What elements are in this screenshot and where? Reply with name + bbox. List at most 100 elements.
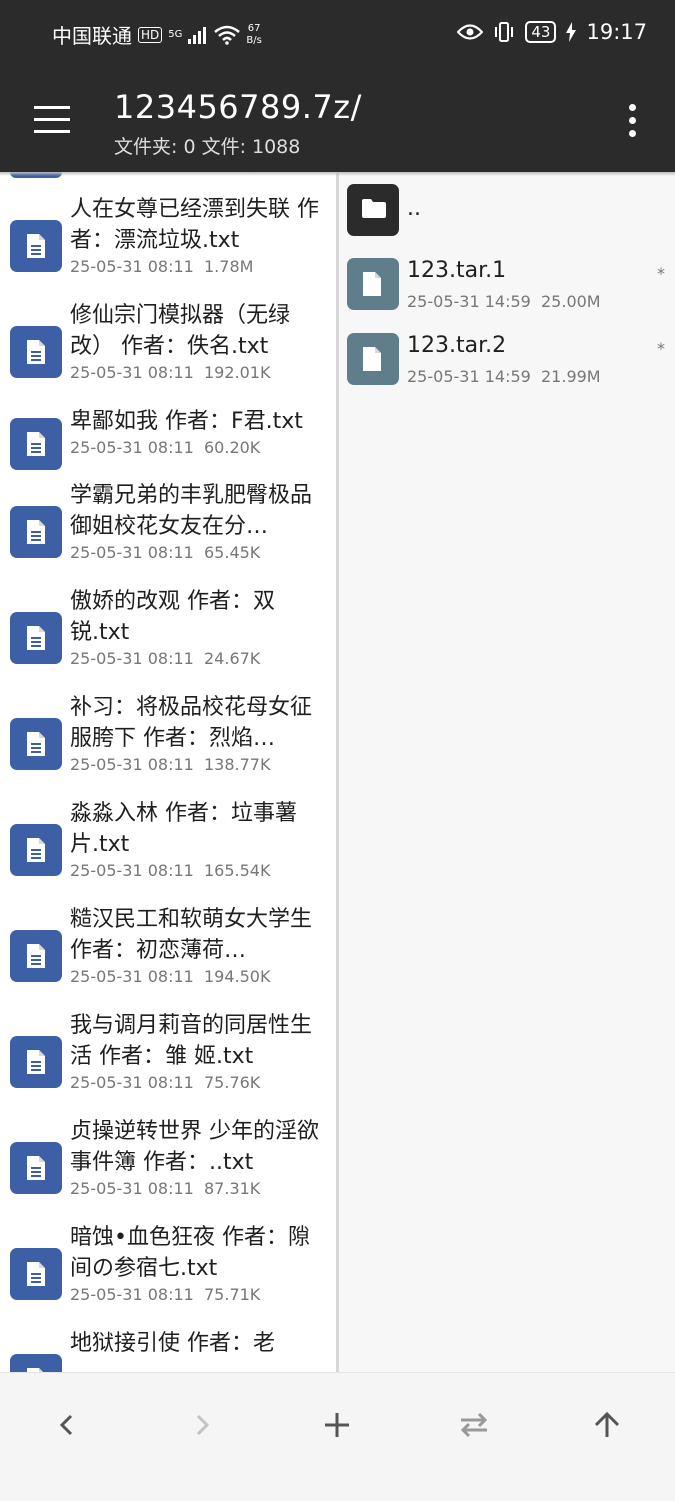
chevron-right-icon[interactable] xyxy=(172,1403,232,1447)
file-name: 贞操逆转世界 少年的淫欲事件簿 作者：..txt xyxy=(70,1119,319,1175)
file-date: 25-05-31 08:11 xyxy=(70,1285,194,1304)
file-date: 25-05-31 08:11 xyxy=(70,363,194,382)
file-date: 25-05-31 08:11 xyxy=(70,257,194,276)
folder-icon xyxy=(347,184,399,236)
file-date: 25-05-31 14:59 xyxy=(407,292,531,311)
file-size: 75.71K xyxy=(204,1285,261,1304)
arrow-up-icon[interactable] xyxy=(577,1403,637,1447)
battery-indicator: 43 xyxy=(525,21,557,43)
net-speed-unit: B/s xyxy=(246,34,262,46)
chevron-left-icon[interactable] xyxy=(37,1403,97,1447)
file-size: 165.54K xyxy=(204,861,271,880)
file-date: 25-05-31 08:11 xyxy=(70,1073,194,1092)
left-file-pane[interactable]: 人在女尊已经漂到失联 作者：漂流垃圾.txt 25-05-31 08:11 1.7… xyxy=(0,172,337,1372)
text-file-icon xyxy=(10,418,62,470)
file-list-item[interactable]: 淼淼入林 作者：垃事薯片.txt 25-05-31 08:11 165.54K xyxy=(0,798,337,904)
file-list-item[interactable]: 卑鄙如我 作者：F君.txt 25-05-31 08:11 60.20K xyxy=(0,406,337,480)
wifi-icon xyxy=(214,25,241,45)
file-size: 25.00M xyxy=(541,292,601,311)
file-name: 我与调月莉音的同居性生活 作者：雏 姬.txt xyxy=(70,1013,313,1069)
text-file-icon xyxy=(10,220,62,272)
file-meta: 25-05-31 08:11 60.20K xyxy=(70,438,260,457)
file-name: 123.tar.1 xyxy=(407,258,507,283)
file-list-item[interactable]: 贞操逆转世界 少年的淫欲事件簿 作者：..txt 25-05-31 08:11 8… xyxy=(0,1116,337,1222)
file-size: 138.77K xyxy=(204,755,271,774)
file-meta: 25-05-31 08:11 87.31K xyxy=(70,1179,260,1198)
file-name: 卑鄙如我 作者：F君.txt xyxy=(70,409,303,434)
file-name: 地狱接引使 作者：老 xyxy=(70,1331,275,1356)
file-name: 糙汉民工和软萌女大学生 作者：初恋薄荷… xyxy=(70,907,313,963)
plus-icon[interactable] xyxy=(307,1403,367,1447)
file-list-item[interactable]: 补习：将极品校花母女征服胯下 作者：烈焰… 25-05-31 08:11 138.… xyxy=(0,692,337,798)
file-meta: 25-05-31 08:11 75.76K xyxy=(70,1073,260,1092)
clock: 19:17 xyxy=(586,20,647,44)
file-name: 修仙宗门模拟器（无绿改） 作者：佚名.txt xyxy=(70,303,291,359)
net-speed: 67 B/s xyxy=(246,23,261,47)
file-name: 学霸兄弟的丰乳肥臀极品御姐校花女友在分… xyxy=(70,483,313,539)
file-size: 192.01K xyxy=(204,363,271,382)
file-list-item[interactable]: 学霸兄弟的丰乳肥臀极品御姐校花女友在分… 25-05-31 08:11 65.45… xyxy=(0,480,337,586)
file-meta: 25-05-31 08:11 138.77K xyxy=(70,755,270,774)
file-size: 75.76K xyxy=(204,1073,261,1092)
file-size: 87.31K xyxy=(204,1179,261,1198)
file-name: 淼淼入林 作者：垃事薯片.txt xyxy=(70,801,297,857)
page-title: 123456789.7z/ xyxy=(114,88,362,126)
file-size: 1.78M xyxy=(204,257,254,276)
app-bar: 123456789.7z/ 文件夹: 0 文件: 1088 xyxy=(0,70,675,172)
file-list-item[interactable]: 傲娇的改观 作者：双锐.txt 25-05-31 08:11 24.67K xyxy=(0,586,337,692)
modified-mark: * xyxy=(657,264,665,283)
status-bar: 中国联通 HD 5G 67 B/s 43 19:17 xyxy=(0,0,675,70)
status-right: 43 19:17 xyxy=(457,20,647,44)
file-list-item[interactable]: 地狱接引使 作者：老 xyxy=(0,1328,337,1372)
file-date: 25-05-31 08:11 xyxy=(70,1179,194,1198)
text-file-icon xyxy=(10,824,62,876)
file-list-item[interactable]: 暗蚀•血色狂夜 作者：隙间の参宿七.txt 25-05-31 08:11 75.7… xyxy=(0,1222,337,1328)
file-meta: 25-05-31 08:11 1.78M xyxy=(70,257,253,276)
archive-file-item[interactable]: 123.tar.1 25-05-31 14:59 25.00M * xyxy=(339,256,675,326)
right-file-pane[interactable]: .. 123.tar.1 25-05-31 14:59 25.00M * 123.ta… xyxy=(339,172,675,1372)
file-size: 60.20K xyxy=(204,438,261,457)
file-meta: 25-05-31 08:11 165.54K xyxy=(70,861,270,880)
file-size: 21.99M xyxy=(541,367,601,386)
file-name: 补习：将极品校花母女征服胯下 作者：烈焰… xyxy=(70,695,313,751)
file-list-item[interactable]: 糙汉民工和软萌女大学生 作者：初恋薄荷… 25-05-31 08:11 194.5… xyxy=(0,904,337,1010)
status-left: 中国联通 HD 5G 67 B/s xyxy=(52,20,262,49)
file-date: 25-05-31 14:59 xyxy=(407,367,531,386)
file-meta: 25-05-31 08:11 192.01K xyxy=(70,363,270,382)
archive-file-item[interactable]: 123.tar.2 25-05-31 14:59 21.99M * xyxy=(339,331,675,401)
signal-type: 5G xyxy=(168,28,183,40)
vibrate-icon xyxy=(495,22,514,42)
text-file-icon xyxy=(10,1248,62,1300)
file-name: 123.tar.2 xyxy=(407,333,507,358)
parent-folder-label: .. xyxy=(407,196,421,221)
file-meta: 25-05-31 08:11 75.71K xyxy=(70,1285,260,1304)
file-name: 人在女尊已经漂到失联 作者：漂流垃圾.txt xyxy=(70,197,319,253)
file-size: 65.45K xyxy=(204,543,261,562)
eye-icon xyxy=(457,24,484,40)
parent-folder-item[interactable]: .. xyxy=(339,184,675,248)
text-file-icon xyxy=(10,506,62,558)
file-date: 25-05-31 08:11 xyxy=(70,649,194,668)
folder-file-count: 文件夹: 0 文件: 1088 xyxy=(114,136,301,158)
hamburger-icon[interactable] xyxy=(34,106,70,136)
signal-icon xyxy=(188,26,207,44)
carrier-label: 中国联通 xyxy=(52,24,132,48)
file-list-item[interactable]: 我与调月莉音的同居性生活 作者：雏 姬.txt 25-05-31 08:11 75… xyxy=(0,1010,337,1116)
more-vertical-icon[interactable] xyxy=(629,104,637,138)
charging-icon xyxy=(566,22,577,42)
text-file-icon xyxy=(10,1142,62,1194)
file-meta: 25-05-31 08:11 24.67K xyxy=(70,649,260,668)
text-file-icon xyxy=(10,1036,62,1088)
file-list-item[interactable]: 人在女尊已经漂到失联 作者：漂流垃圾.txt 25-05-31 08:11 1.7… xyxy=(0,194,337,300)
bottom-toolbar xyxy=(0,1372,675,1501)
file-icon xyxy=(347,333,399,385)
file-list-item[interactable]: 修仙宗门模拟器（无绿改） 作者：佚名.txt 25-05-31 08:11 192… xyxy=(0,300,337,406)
text-file-icon xyxy=(10,718,62,770)
swap-icon[interactable] xyxy=(442,1403,502,1447)
file-size: 24.67K xyxy=(204,649,261,668)
file-meta: 25-05-31 08:11 194.50K xyxy=(70,967,270,986)
file-date: 25-05-31 08:11 xyxy=(70,438,194,457)
file-date: 25-05-31 08:11 xyxy=(70,861,194,880)
text-file-icon xyxy=(10,612,62,664)
text-file-icon xyxy=(10,326,62,378)
